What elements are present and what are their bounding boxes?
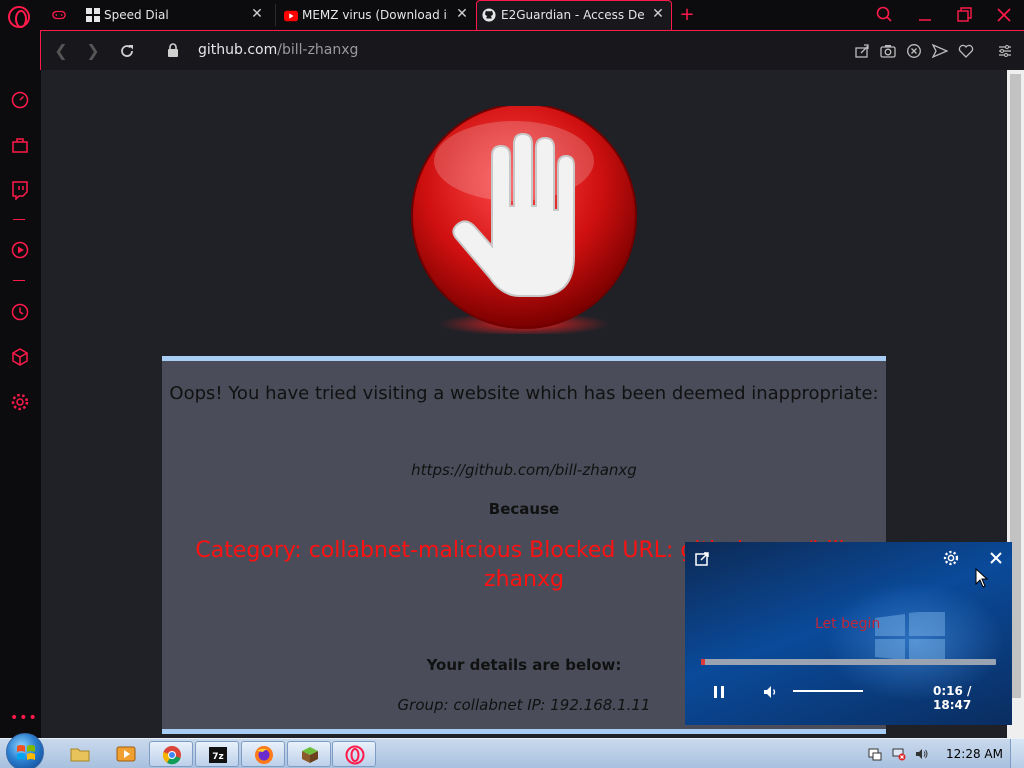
easy-setup-icon[interactable] — [997, 43, 1013, 59]
media-player-icon — [116, 746, 136, 762]
start-button[interactable] — [6, 733, 44, 768]
shopping-bag-icon[interactable] — [10, 135, 30, 155]
video-progress-fill — [701, 659, 706, 665]
settings-gear-icon[interactable] — [10, 392, 30, 412]
screen: Speed Dial ✕ MEMZ virus (Download in r ✕… — [0, 0, 1024, 768]
windows-start-icon — [17, 745, 35, 760]
tab-e2guardian[interactable]: E2Guardian - Access Denie ✕ — [476, 0, 672, 30]
ad-block-icon[interactable] — [906, 43, 922, 59]
chrome-icon — [162, 746, 181, 765]
show-desktop-button[interactable] — [1010, 739, 1024, 768]
gamepad-icon — [52, 10, 66, 20]
volume-slider[interactable] — [793, 690, 863, 692]
tab-label: MEMZ virus (Download in r — [302, 8, 448, 22]
taskbar-firefox[interactable] — [241, 741, 285, 767]
taskbar-clock[interactable]: 12:28 AM — [946, 747, 1003, 761]
heart-icon[interactable] — [958, 43, 974, 59]
because-label: Because — [488, 500, 560, 518]
tab-strip: Speed Dial ✕ MEMZ virus (Download in r ✕… — [0, 0, 1024, 30]
snapshot-camera-icon[interactable] — [880, 43, 896, 59]
minimize-icon[interactable] — [914, 4, 936, 26]
video-progress-bar[interactable] — [701, 659, 996, 665]
tab-speed-dial[interactable]: Speed Dial ✕ — [50, 0, 270, 30]
send-icon[interactable] — [932, 43, 948, 59]
sidebar: ••• — [0, 30, 40, 738]
taskbar-media-player[interactable] — [104, 741, 148, 767]
tab-memz-video[interactable]: MEMZ virus (Download in r ✕ — [281, 0, 473, 30]
history-clock-icon[interactable] — [10, 302, 30, 322]
mouse-cursor-icon — [975, 568, 989, 588]
twitch-icon[interactable] — [10, 180, 30, 200]
firefox-icon — [255, 746, 273, 764]
share-icon[interactable] — [854, 43, 870, 59]
more-dots-icon[interactable]: ••• — [10, 710, 38, 726]
reload-icon[interactable] — [117, 41, 137, 61]
sidebar-separator — [13, 280, 25, 281]
close-popout-icon[interactable] — [987, 549, 1005, 567]
restore-icon[interactable] — [953, 4, 975, 26]
back-to-tab-icon[interactable] — [693, 550, 711, 568]
taskbar-opera-gx[interactable] — [332, 741, 376, 767]
windows-logo-icon — [875, 612, 945, 662]
sidebar-separator — [13, 219, 25, 220]
close-tab-icon[interactable]: ✕ — [455, 7, 469, 21]
video-caption: Let begin — [815, 616, 881, 632]
volume-icon[interactable] — [762, 683, 780, 701]
extensions-cube-icon[interactable] — [10, 347, 30, 367]
youtube-icon — [284, 10, 298, 22]
tab-label: E2Guardian - Access Denie — [501, 8, 645, 22]
notice-headline: Oops! You have tried visiting a website … — [169, 383, 879, 404]
player-icon[interactable] — [10, 240, 30, 260]
tab-divider — [275, 4, 276, 26]
video-popout-player[interactable]: Let begin 0:16 / 18:47 — [685, 542, 1012, 725]
grass-block-icon — [302, 747, 318, 763]
speed-dial-icon — [86, 8, 100, 22]
blocked-url: https://github.com/bill-zhanxg — [411, 461, 637, 479]
folder-icon — [70, 748, 90, 762]
action-center-icon[interactable] — [868, 747, 882, 761]
video-time: 0:16 / 18:47 — [933, 684, 972, 712]
seven-zip-icon: 7z — [209, 747, 227, 763]
stop-hand-icon — [411, 106, 637, 334]
svg-text:7z: 7z — [212, 752, 224, 762]
back-icon[interactable]: ❮ — [51, 41, 71, 61]
url-path: /bill-zhanxg — [277, 42, 359, 58]
speaker-icon[interactable] — [915, 747, 929, 761]
close-window-icon[interactable] — [993, 4, 1015, 26]
network-disconnected-icon[interactable] — [892, 747, 906, 761]
url-host: github.com — [198, 42, 278, 58]
taskbar-explorer[interactable] — [58, 741, 102, 767]
search-tabs-icon[interactable] — [874, 4, 896, 26]
video-settings-gear-icon[interactable] — [942, 549, 960, 567]
url-field[interactable]: github.com/bill-zhanxg — [198, 42, 358, 58]
taskbar: 7z 12:28 AM — [0, 733, 1024, 768]
taskbar-minecraft[interactable] — [287, 741, 331, 767]
forward-icon[interactable]: ❯ — [83, 41, 103, 61]
taskbar-chrome[interactable] — [149, 741, 193, 767]
new-tab-plus-icon[interactable]: + — [678, 4, 696, 25]
taskbar-7zip[interactable]: 7z — [195, 741, 239, 767]
opera-logo-icon[interactable] — [8, 6, 30, 28]
close-tab-icon[interactable]: ✕ — [250, 7, 264, 21]
tab-label: Speed Dial — [104, 8, 169, 22]
close-tab-icon[interactable]: ✕ — [651, 7, 665, 21]
pause-icon[interactable] — [710, 683, 728, 701]
speedometer-icon[interactable] — [10, 90, 30, 110]
lock-icon[interactable] — [167, 43, 179, 57]
address-bar: ❮ ❯ github.com/bill-zhanxg — [40, 30, 1024, 70]
opera-gx-icon — [345, 745, 365, 765]
github-icon — [482, 8, 496, 22]
